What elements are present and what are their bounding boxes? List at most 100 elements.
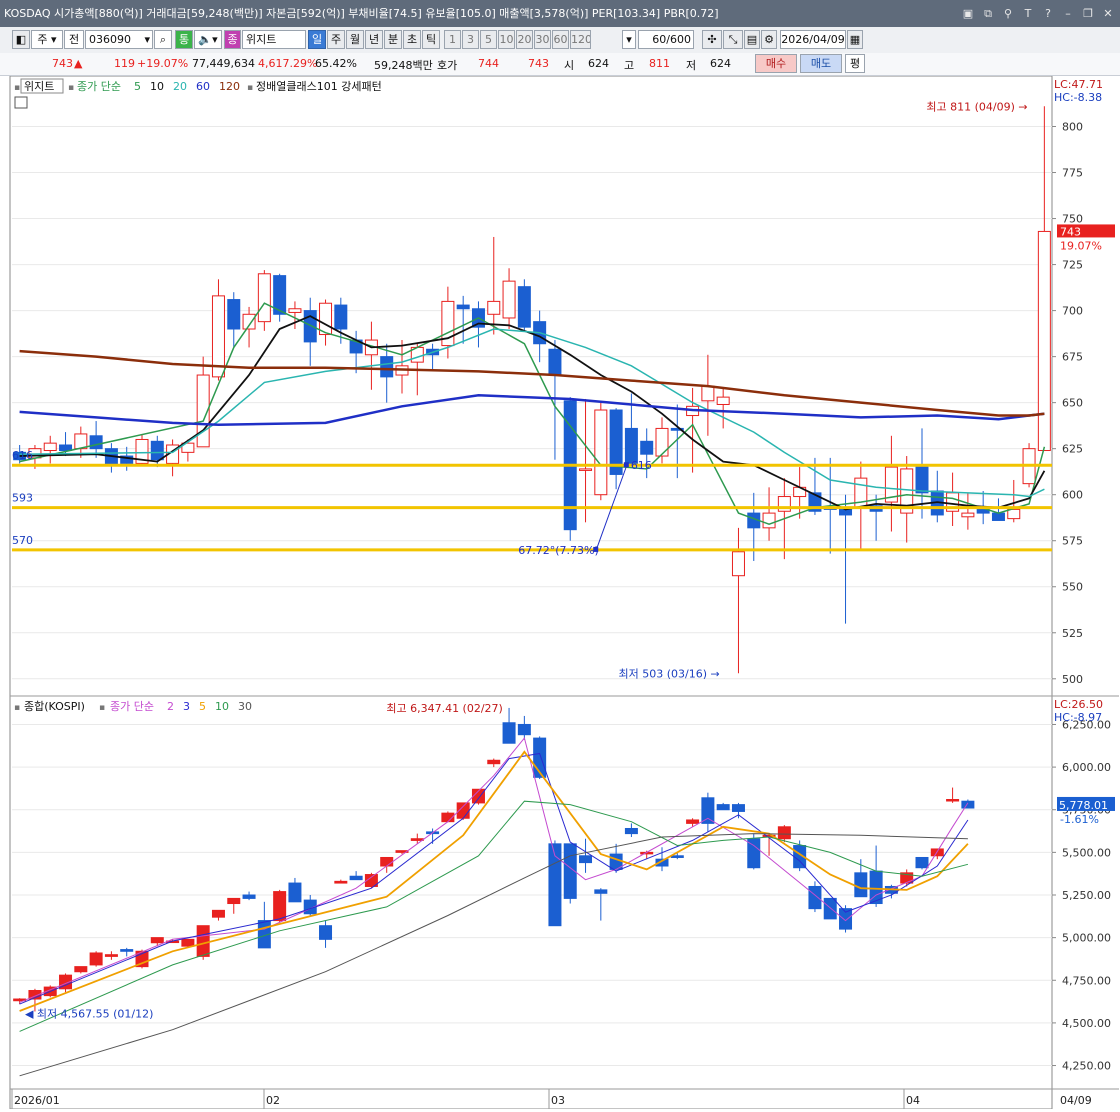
quote-open: 624 [588, 57, 609, 70]
stock-legend-pattern: 정배열클래스101 강세패턴 [256, 80, 382, 93]
y-tick-label-0-2: 550 [1062, 581, 1083, 594]
calendar-icon[interactable]: ▦ [847, 30, 863, 49]
y-tick-label-0-10: 750 [1062, 213, 1083, 226]
date-input[interactable]: 2026/04/09 [780, 30, 846, 49]
support-line-label-1: 593 [12, 492, 33, 505]
candle-body-1-40 [624, 827, 638, 835]
period-button-3[interactable]: 년 [365, 30, 383, 49]
close-icon[interactable]: ✕ [1102, 0, 1114, 27]
y-tick-label-0-3: 575 [1062, 535, 1083, 548]
tong-button[interactable]: 통 [175, 30, 193, 49]
period-button-0[interactable]: 일 [308, 30, 326, 49]
stock-last-pct: 19.07% [1060, 239, 1102, 252]
y-tick-label-1-3: 5,000.00 [1062, 932, 1111, 945]
y-tick-label-0-4: 600 [1062, 489, 1083, 502]
trendline-end-label: 616 [631, 459, 652, 472]
stock-tag: 종 [224, 30, 241, 49]
interval-button-4[interactable]: 20 [516, 30, 533, 49]
layout-toggle-icon[interactable]: ◧ [12, 30, 30, 49]
candle-body-1-12 [196, 925, 210, 957]
text-icon[interactable]: T [1022, 0, 1034, 27]
y-tick-label-1-1: 4,500.00 [1062, 1017, 1111, 1030]
candle-body-1-24 [380, 856, 394, 867]
candle-body-1-62 [961, 800, 975, 809]
x-tick-label-1: 02 [266, 1094, 280, 1107]
candle-body-1-15 [242, 894, 256, 899]
interval-button-1[interactable]: 3 [462, 30, 479, 49]
chart-tool-icon[interactable]: ✣ [702, 30, 722, 49]
support-line-label-2: 570 [12, 534, 33, 547]
quote-bid-label: 호가 [437, 59, 458, 72]
count-input[interactable]: 60/600 [638, 30, 694, 49]
interval-button-5[interactable]: 30 [534, 30, 551, 49]
kospi-legend-period-5: 5 [199, 700, 206, 713]
period-main-select[interactable]: 주 ▾ [31, 30, 63, 49]
sound-icon[interactable]: 🔈▾ [194, 30, 222, 49]
quote-volume-pct: 4,617.29% [258, 57, 318, 70]
support-line-label-0: 616 [12, 449, 33, 462]
sell-button[interactable]: 매도 [800, 54, 842, 73]
kospi-last-pct: -1.61% [1060, 813, 1099, 826]
period-button-2[interactable]: 월 [346, 30, 364, 49]
prev-label: 전 [68, 33, 80, 46]
candle-body-1-43 [670, 855, 684, 858]
stock-name-field[interactable]: 위지트 [242, 30, 306, 49]
interval-dropdown[interactable]: ▾ [622, 30, 636, 49]
candle-body-0-67 [1037, 230, 1051, 452]
stock-last-price: 743 [1060, 225, 1081, 238]
x-tick-label-3: 04 [906, 1094, 920, 1107]
toolbar: ◧ 주 ▾ 전 036090 ▾ ⌕ 통 🔈▾ 종 위지트 일주월년분초틱 135… [0, 27, 1120, 54]
interval-button-7[interactable]: 120 [570, 30, 591, 49]
candle-body-1-61 [946, 799, 960, 802]
eval-button[interactable]: 평 [845, 54, 865, 73]
y-tick-label-0-5: 625 [1062, 443, 1083, 456]
restore-icon[interactable]: ❐ [1082, 0, 1094, 27]
help-icon[interactable]: ? [1042, 0, 1054, 27]
kospi-lc-label: LC:26.50 [1054, 698, 1103, 711]
eval-label: 평 [849, 57, 861, 70]
candle-body-1-46 [716, 804, 730, 811]
period-button-4[interactable]: 분 [384, 30, 402, 49]
search-icon[interactable]: ⌕ [154, 30, 172, 49]
line-tool-icon[interactable]: ⤡ [723, 30, 743, 49]
candle-body-1-52 [808, 885, 822, 910]
minimize-icon[interactable]: – [1062, 0, 1074, 27]
candle-body-0-14 [227, 299, 241, 330]
quote-bar: 743 ▲ 119 +19.07% 77,449,634 4,617.29% 6… [0, 53, 1120, 76]
date-value: 2026/04/09 [781, 33, 845, 46]
interval-button-3[interactable]: 10 [498, 30, 515, 49]
x-tick-label-0: 2026/01 [14, 1094, 60, 1107]
candle-body-0-47 [731, 551, 745, 577]
candle-body-0-37 [579, 468, 593, 471]
interval-button-6[interactable]: 60 [552, 30, 569, 49]
buy-button[interactable]: 매수 [755, 54, 797, 73]
candle-body-0-40 [624, 427, 638, 464]
chart-area: 500 525 550 575 600 625 650 675 700 725 750 775 800 4… [0, 75, 1120, 1110]
candle-body-1-7 [120, 949, 134, 952]
interval-button-0[interactable]: 1 [444, 30, 461, 49]
candle-body-0-9 [150, 440, 164, 461]
save-icon[interactable]: ▤ [744, 30, 760, 49]
interval-button-2[interactable]: 5 [480, 30, 497, 49]
code-input[interactable]: 036090 ▾ [85, 30, 153, 49]
candle-body-0-5 [89, 435, 103, 450]
count-value: 60 [652, 33, 667, 46]
copy-icon[interactable]: ⧉ [982, 0, 994, 27]
period-button-1[interactable]: 주 [327, 30, 345, 49]
layout-icon[interactable]: ▣ [962, 0, 974, 27]
chart-svg[interactable]: 5005255505756006256506757007257507758004… [0, 75, 1120, 1110]
kospi-low-annotation: ◀ 최저 4,567.55 (01/12) [25, 1007, 153, 1020]
prev-button[interactable]: 전 [64, 30, 84, 49]
kospi-hc-label: HC:-8.97 [1054, 711, 1102, 724]
candle-body-0-65 [1007, 508, 1021, 520]
pin-icon[interactable]: ⚲ [1002, 0, 1014, 27]
ma-line-1-5 [19, 750, 969, 1012]
period-button-6[interactable]: 틱 [422, 30, 440, 49]
y-tick-label-0-6: 650 [1062, 397, 1083, 410]
gear-icon[interactable]: ⚙ [761, 30, 777, 49]
legend-bullet-icon-4: ▪ [99, 703, 105, 713]
quote-price: 743 [52, 57, 73, 70]
window-title: KOSDAQ 시가총액[880(억)] 거래대금[59,248(백만)] 자본금… [4, 7, 719, 20]
period-button-5[interactable]: 초 [403, 30, 421, 49]
legend-bullet-icon-1: ▪ [68, 83, 74, 93]
